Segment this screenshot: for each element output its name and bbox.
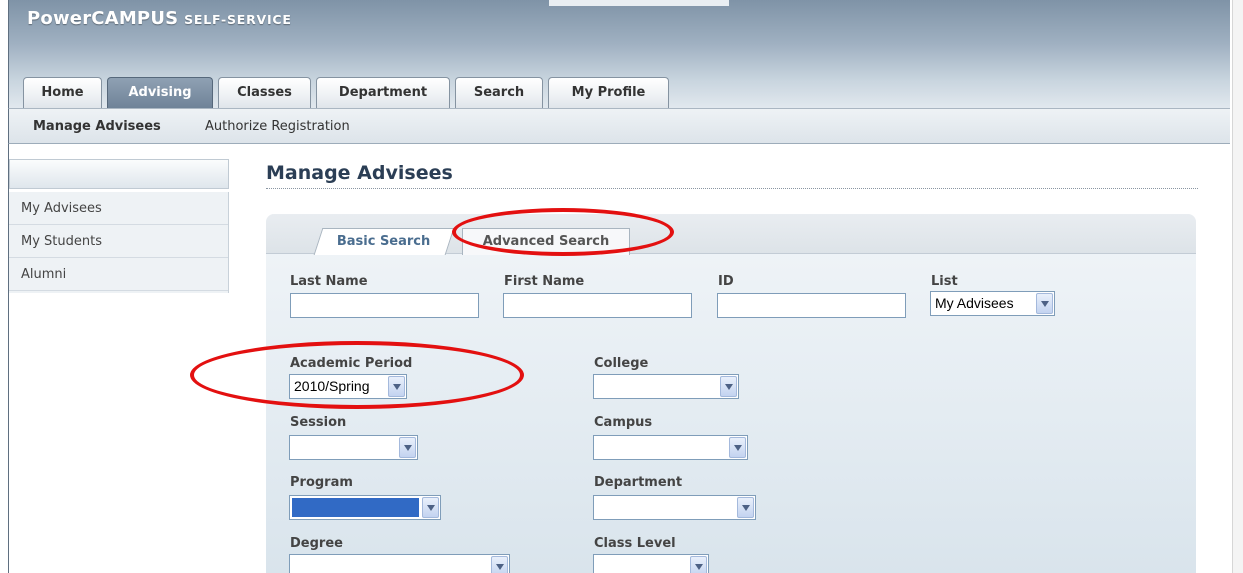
class-level-select[interactable] [593, 554, 709, 573]
page-title: Manage Advisees [266, 162, 453, 184]
program-label: Program [290, 475, 353, 490]
tab-department[interactable]: Department [316, 77, 450, 108]
campus-select[interactable] [593, 435, 748, 460]
class-level-label: Class Level [594, 536, 676, 551]
department-label: Department [594, 475, 683, 490]
list-select[interactable]: My Advisees [930, 291, 1055, 316]
chevron-down-icon[interactable] [720, 376, 737, 397]
chevron-down-icon[interactable] [729, 437, 746, 458]
tab-my-profile[interactable]: My Profile [548, 77, 669, 108]
search-panel: Basic Search Advanced Search Last Name F… [266, 214, 1196, 573]
academic-period-value: 2010/Spring [294, 378, 370, 394]
list-label: List [931, 274, 958, 289]
tab-classes[interactable]: Classes [218, 77, 311, 108]
logo-small-text: SELF-SERVICE [184, 12, 292, 27]
sidebar-item-alumni[interactable]: Alumni [9, 258, 228, 291]
subnav-authorize-registration[interactable]: Authorize Registration [205, 119, 350, 134]
tab-basic-search-label: Basic Search [337, 234, 431, 249]
sidebar-item-my-students[interactable]: My Students [9, 225, 228, 258]
subnav-manage-advisees[interactable]: Manage Advisees [33, 119, 161, 134]
sidebar-header [9, 159, 229, 189]
chevron-down-icon[interactable] [737, 497, 754, 518]
id-label: ID [718, 274, 734, 289]
window-scrollbar[interactable] [1232, 0, 1243, 573]
college-label: College [594, 356, 649, 371]
session-label: Session [290, 415, 347, 430]
session-select[interactable] [289, 435, 418, 460]
id-input[interactable] [717, 293, 906, 318]
chevron-down-icon[interactable] [399, 437, 416, 458]
tab-home[interactable]: Home [23, 77, 102, 108]
program-select[interactable] [289, 495, 441, 520]
app-header: PowerCAMPUS SELF-SERVICE Home Advising C… [8, 0, 1230, 108]
tab-search[interactable]: Search [455, 77, 543, 108]
tab-advanced-search[interactable]: Advanced Search [462, 228, 630, 255]
last-name-label: Last Name [290, 274, 368, 289]
department-select[interactable] [593, 495, 756, 520]
degree-label: Degree [290, 536, 343, 551]
first-name-input[interactable] [503, 293, 692, 318]
college-select[interactable] [593, 374, 739, 399]
sidebar-list: My Advisees My Students Alumni [9, 192, 229, 293]
chevron-down-icon[interactable] [388, 376, 405, 397]
sub-navigation: Manage Advisees Authorize Registration [8, 108, 1230, 144]
logo-bold-text: PowerCAMPUS [27, 8, 179, 29]
last-name-input[interactable] [290, 293, 479, 318]
chevron-down-icon[interactable] [1036, 293, 1053, 314]
academic-period-select[interactable]: 2010/Spring [289, 374, 407, 399]
title-divider [266, 188, 1198, 189]
program-selection-highlight [292, 498, 419, 517]
app-logo[interactable]: PowerCAMPUS SELF-SERVICE [27, 8, 292, 29]
tab-advising[interactable]: Advising [107, 77, 213, 108]
campus-label: Campus [594, 415, 653, 430]
chevron-down-icon[interactable] [422, 497, 439, 518]
chevron-down-icon[interactable] [690, 556, 707, 573]
degree-select[interactable] [289, 554, 510, 573]
header-top-strip [549, 0, 729, 6]
sidebar: My Advisees My Students Alumni [8, 144, 229, 573]
tab-basic-search[interactable]: Basic Search [313, 228, 455, 255]
chevron-down-icon[interactable] [491, 556, 508, 573]
list-select-value: My Advisees [935, 295, 1014, 311]
first-name-label: First Name [504, 274, 585, 289]
academic-period-label: Academic Period [290, 356, 413, 371]
search-tab-strip: Basic Search Advanced Search [266, 214, 1196, 255]
sidebar-item-my-advisees[interactable]: My Advisees [9, 192, 228, 225]
